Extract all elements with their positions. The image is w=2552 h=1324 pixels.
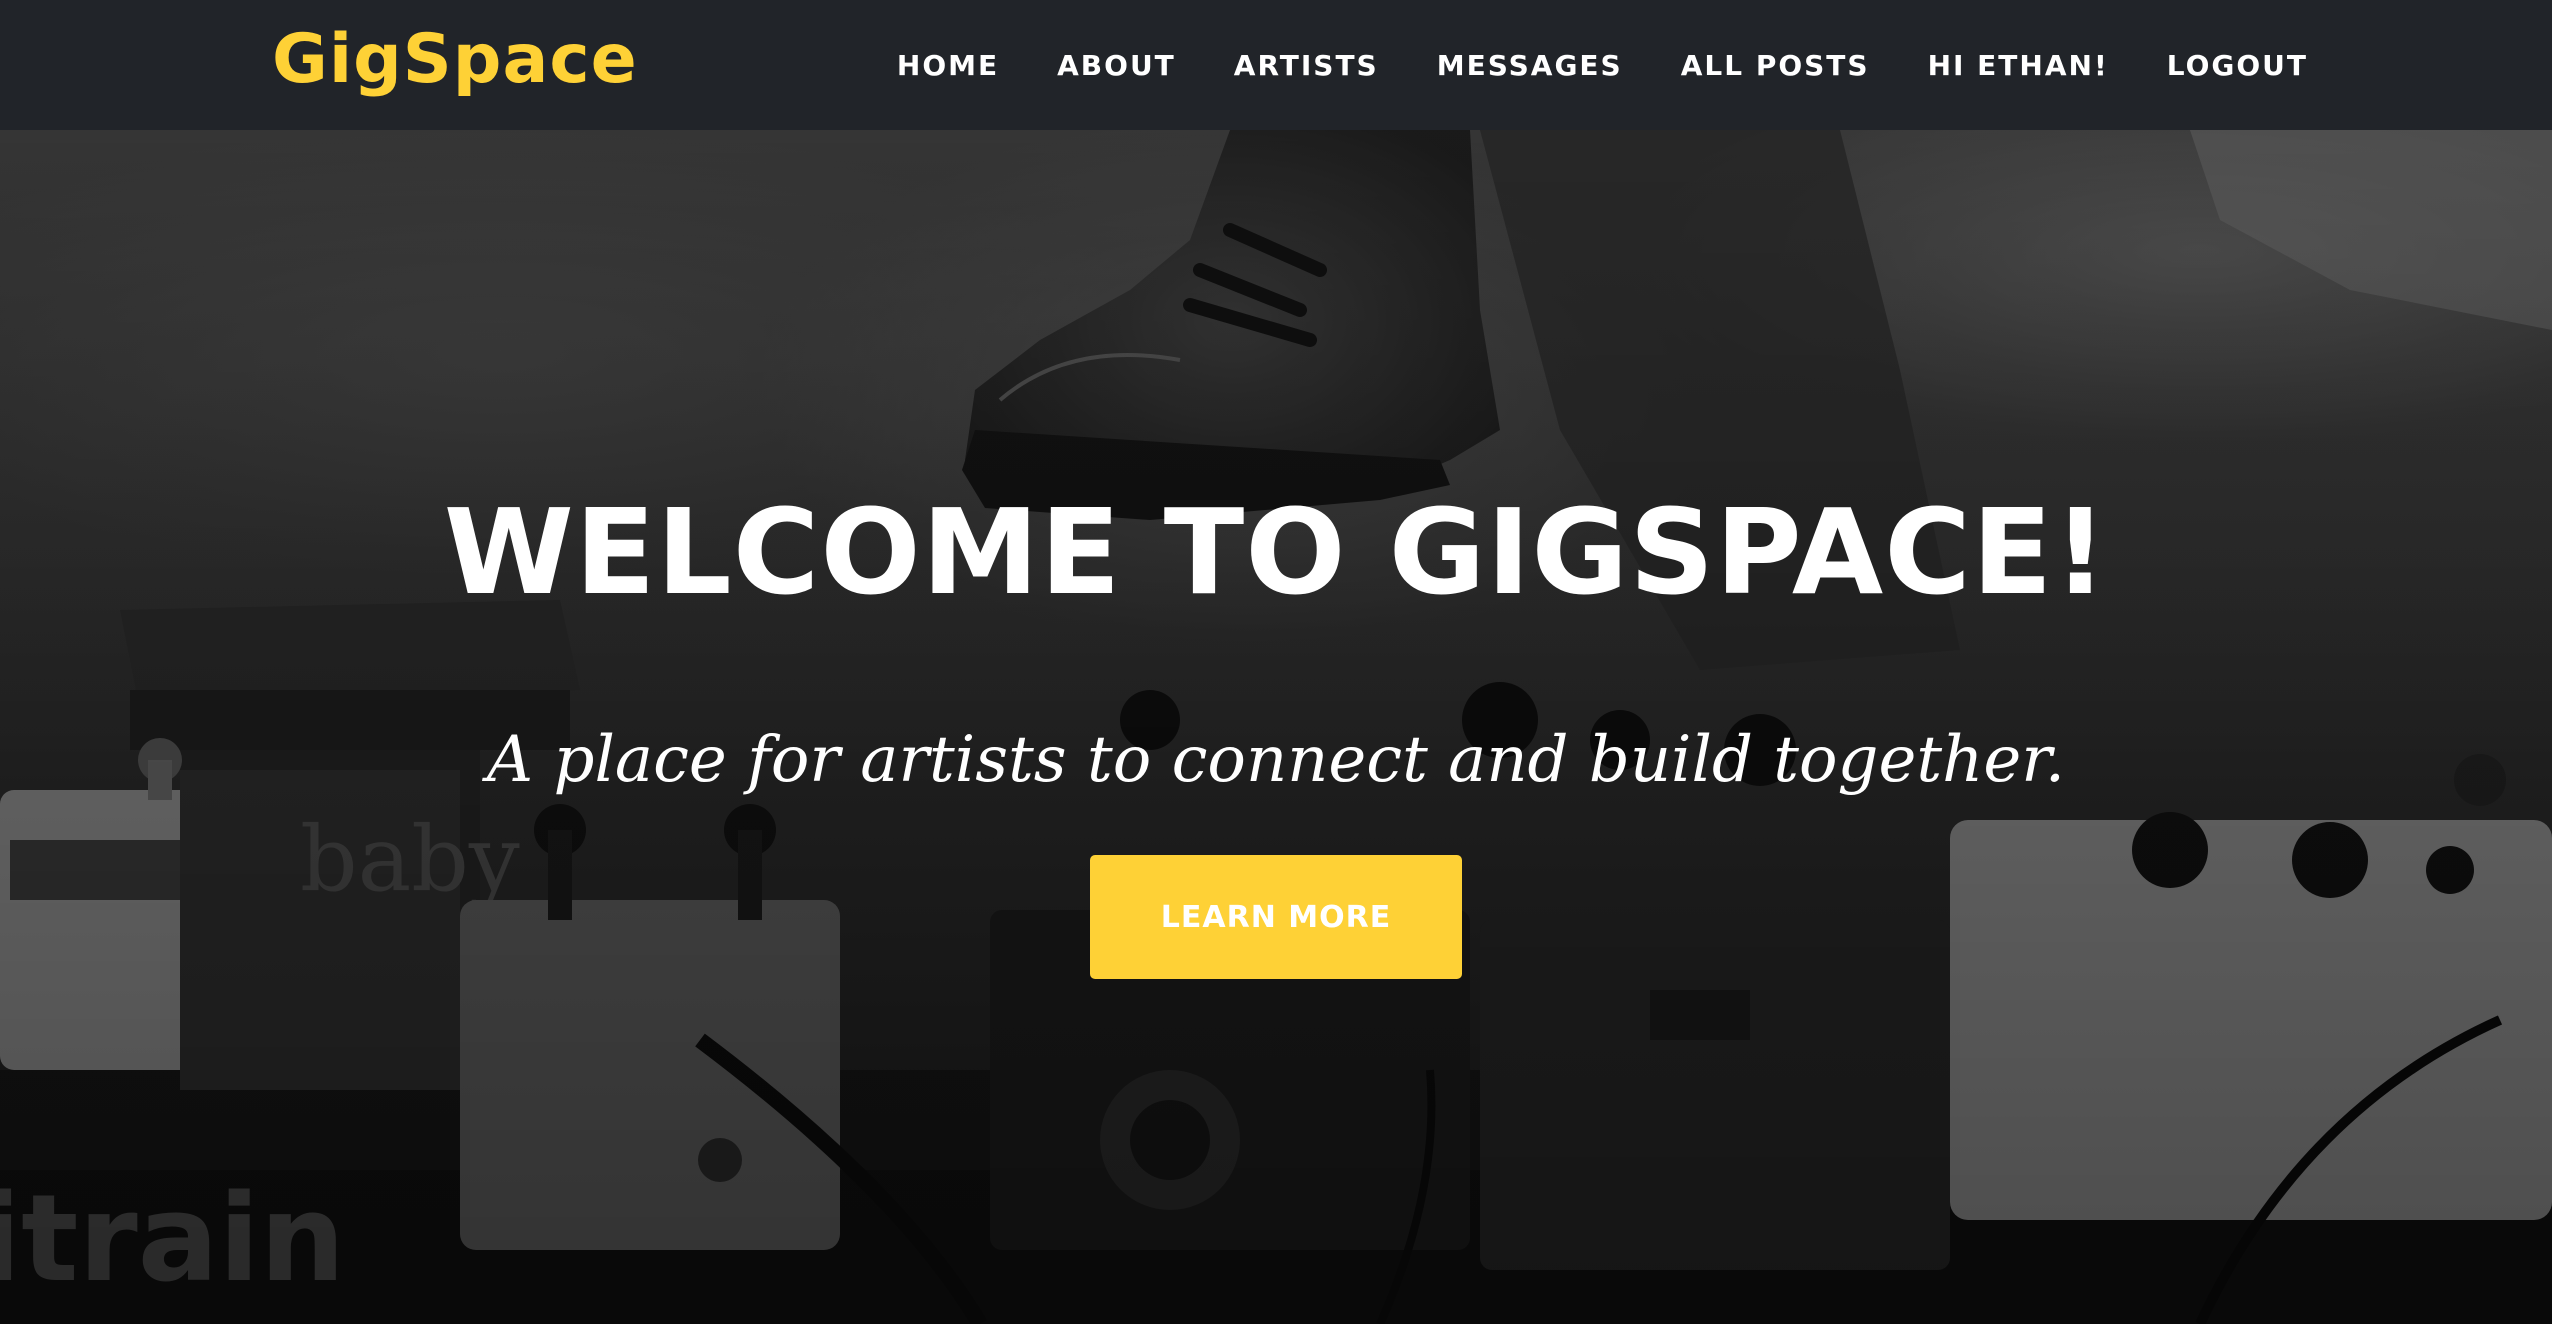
nav-item-about[interactable]: ABOUT <box>1028 49 1205 82</box>
nav-item-all-posts[interactable]: ALL POSTS <box>1652 49 1899 82</box>
hero-content: WELCOME TO GIGSPACE! A place for artists… <box>0 130 2552 1324</box>
learn-more-button[interactable]: LEARN MORE <box>1090 855 1462 979</box>
nav-item-home[interactable]: HOME <box>868 49 1028 82</box>
nav-item-artists[interactable]: ARTISTS <box>1205 49 1408 82</box>
hero-section: baby itrain WELCOME TO GIGSP <box>0 130 2552 1324</box>
top-navbar: GigSpace HOME ABOUT ARTISTS MESSAGES ALL… <box>0 0 2552 130</box>
hero-subheading: A place for artists to connect and build… <box>486 723 2066 797</box>
main-nav: HOME ABOUT ARTISTS MESSAGES ALL POSTS HI… <box>868 0 2308 130</box>
nav-item-messages[interactable]: MESSAGES <box>1408 49 1652 82</box>
hero-heading: WELCOME TO GIGSPACE! <box>443 483 2109 621</box>
nav-item-logout[interactable]: LOGOUT <box>2138 49 2308 82</box>
brand-logo[interactable]: GigSpace <box>272 20 638 100</box>
nav-item-user-greeting[interactable]: HI ETHAN! <box>1899 49 2138 82</box>
